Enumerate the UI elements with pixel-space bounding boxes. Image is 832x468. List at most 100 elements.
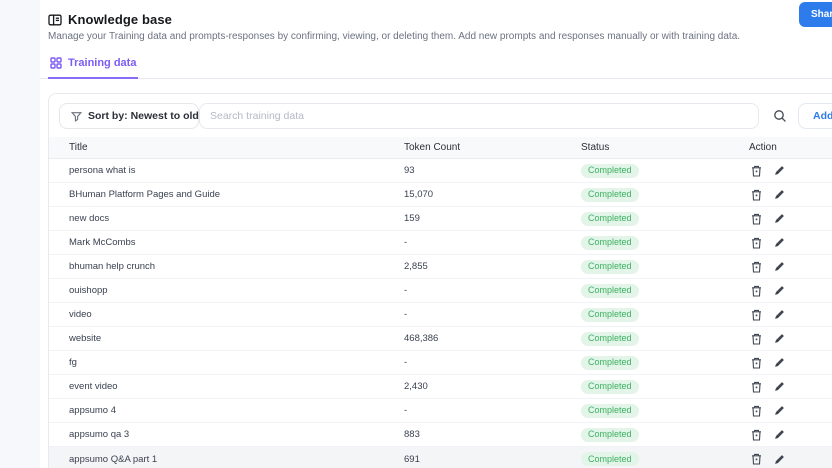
table-header: Title Token Count Status Action bbox=[49, 137, 832, 159]
row-title: new docs bbox=[69, 213, 110, 224]
delete-icon[interactable] bbox=[749, 332, 763, 346]
edit-icon[interactable] bbox=[772, 452, 786, 466]
row-actions bbox=[749, 380, 832, 394]
table-row[interactable]: bhuman help crunch 2,855 Completed bbox=[49, 255, 832, 279]
status-badge: Completed bbox=[581, 427, 639, 442]
table-row[interactable]: appsumo qa 3 883 Completed bbox=[49, 423, 832, 447]
row-token-count: 15,070 bbox=[404, 189, 434, 200]
row-token-count: 93 bbox=[404, 165, 415, 176]
status-badge: Completed bbox=[581, 379, 639, 394]
edit-icon[interactable] bbox=[772, 260, 786, 274]
sort-button[interactable]: Sort by: Newest to oldest bbox=[59, 103, 214, 129]
edit-icon[interactable] bbox=[772, 188, 786, 202]
status-badge: Completed bbox=[581, 331, 639, 346]
row-actions bbox=[749, 356, 832, 370]
knowledge-base-page: Knowledge base Manage your Training data… bbox=[0, 0, 832, 468]
status-badge: Completed bbox=[581, 403, 639, 418]
row-actions bbox=[749, 404, 832, 418]
page-header: Knowledge base Manage your Training data… bbox=[40, 0, 832, 42]
edit-icon[interactable] bbox=[772, 236, 786, 250]
edit-icon[interactable] bbox=[772, 308, 786, 322]
row-actions bbox=[749, 428, 832, 442]
edit-icon[interactable] bbox=[772, 212, 786, 226]
table-row[interactable]: website 468,386 Completed bbox=[49, 327, 832, 351]
column-header-title: Title bbox=[69, 142, 88, 153]
table-row[interactable]: event video 2,430 Completed bbox=[49, 375, 832, 399]
edit-icon[interactable] bbox=[772, 356, 786, 370]
row-title: appsumo qa 3 bbox=[69, 429, 130, 440]
edit-icon[interactable] bbox=[772, 284, 786, 298]
row-token-count: - bbox=[404, 405, 408, 416]
tab-bar: Training data bbox=[40, 56, 832, 79]
main-content: Knowledge base Manage your Training data… bbox=[40, 0, 832, 468]
delete-icon[interactable] bbox=[749, 380, 763, 394]
status-badge: Completed bbox=[581, 211, 639, 226]
table-row[interactable]: appsumo 4 - Completed bbox=[49, 399, 832, 423]
left-rail bbox=[0, 0, 40, 468]
status-badge: Completed bbox=[581, 187, 639, 202]
table-row[interactable]: fg - Completed bbox=[49, 351, 832, 375]
row-token-count: - bbox=[404, 309, 408, 320]
table-row[interactable]: appsumo Q&A part 1 691 Completed bbox=[49, 447, 832, 468]
row-title: bhuman help crunch bbox=[69, 261, 156, 272]
search-input[interactable] bbox=[199, 103, 759, 129]
delete-icon[interactable] bbox=[749, 260, 763, 274]
edit-icon[interactable] bbox=[772, 164, 786, 178]
status-badge: Completed bbox=[581, 283, 639, 298]
delete-icon[interactable] bbox=[749, 236, 763, 250]
edit-icon[interactable] bbox=[772, 404, 786, 418]
table-row[interactable]: new docs 159 Completed bbox=[49, 207, 832, 231]
row-title: BHuman Platform Pages and Guide bbox=[69, 189, 221, 200]
edit-icon[interactable] bbox=[772, 332, 786, 346]
delete-icon[interactable] bbox=[749, 212, 763, 226]
row-token-count: - bbox=[404, 357, 408, 368]
row-token-count: 468,386 bbox=[404, 333, 439, 344]
status-badge: Completed bbox=[581, 235, 639, 250]
table-body: persona what is 93 Completed BHuman Plat… bbox=[49, 159, 832, 468]
share-prompts-button[interactable]: Share prompts bbox=[799, 2, 832, 27]
table-toolbar: Sort by: Newest to oldest Add training d… bbox=[49, 94, 832, 137]
table-row[interactable]: ouishopp - Completed bbox=[49, 279, 832, 303]
row-title: video bbox=[69, 309, 92, 320]
column-header-action: Action bbox=[749, 142, 777, 153]
row-actions bbox=[749, 260, 832, 274]
row-title: event video bbox=[69, 381, 118, 392]
delete-icon[interactable] bbox=[749, 356, 763, 370]
status-badge: Completed bbox=[581, 259, 639, 274]
delete-icon[interactable] bbox=[749, 428, 763, 442]
status-badge: Completed bbox=[581, 307, 639, 322]
add-training-data-button[interactable]: Add training data bbox=[798, 103, 832, 129]
row-title: ouishopp bbox=[69, 285, 108, 296]
row-token-count: 691 bbox=[404, 453, 420, 465]
table-row[interactable]: Mark McCombs - Completed bbox=[49, 231, 832, 255]
table-row[interactable]: BHuman Platform Pages and Guide 15,070 C… bbox=[49, 183, 832, 207]
training-data-card: Sort by: Newest to oldest Add training d… bbox=[48, 93, 832, 468]
delete-icon[interactable] bbox=[749, 164, 763, 178]
delete-icon[interactable] bbox=[749, 188, 763, 202]
row-actions bbox=[749, 236, 832, 250]
row-title: persona what is bbox=[69, 165, 136, 176]
table-row[interactable]: video - Completed bbox=[49, 303, 832, 327]
row-actions bbox=[749, 188, 832, 202]
table-row[interactable]: persona what is 93 Completed bbox=[49, 159, 832, 183]
search-icon[interactable] bbox=[771, 107, 789, 125]
tab-training-data[interactable]: Training data bbox=[48, 57, 139, 79]
row-title: appsumo Q&A part 1 bbox=[69, 453, 158, 465]
row-token-count: - bbox=[404, 237, 408, 248]
page-title: Knowledge base bbox=[68, 12, 172, 27]
delete-icon[interactable] bbox=[749, 308, 763, 322]
row-actions bbox=[749, 212, 832, 226]
sort-button-label: Sort by: Newest to oldest bbox=[88, 110, 215, 122]
row-actions bbox=[749, 332, 832, 346]
page-subtitle: Manage your Training data and prompts-re… bbox=[48, 31, 741, 42]
edit-icon[interactable] bbox=[772, 380, 786, 394]
delete-icon[interactable] bbox=[749, 452, 763, 466]
edit-icon[interactable] bbox=[772, 428, 786, 442]
tab-training-data-label: Training data bbox=[68, 57, 137, 69]
delete-icon[interactable] bbox=[749, 404, 763, 418]
filter-icon bbox=[71, 111, 82, 122]
grid-icon bbox=[50, 57, 62, 69]
row-token-count: 883 bbox=[404, 429, 420, 440]
row-title: fg bbox=[69, 357, 77, 368]
delete-icon[interactable] bbox=[749, 284, 763, 298]
